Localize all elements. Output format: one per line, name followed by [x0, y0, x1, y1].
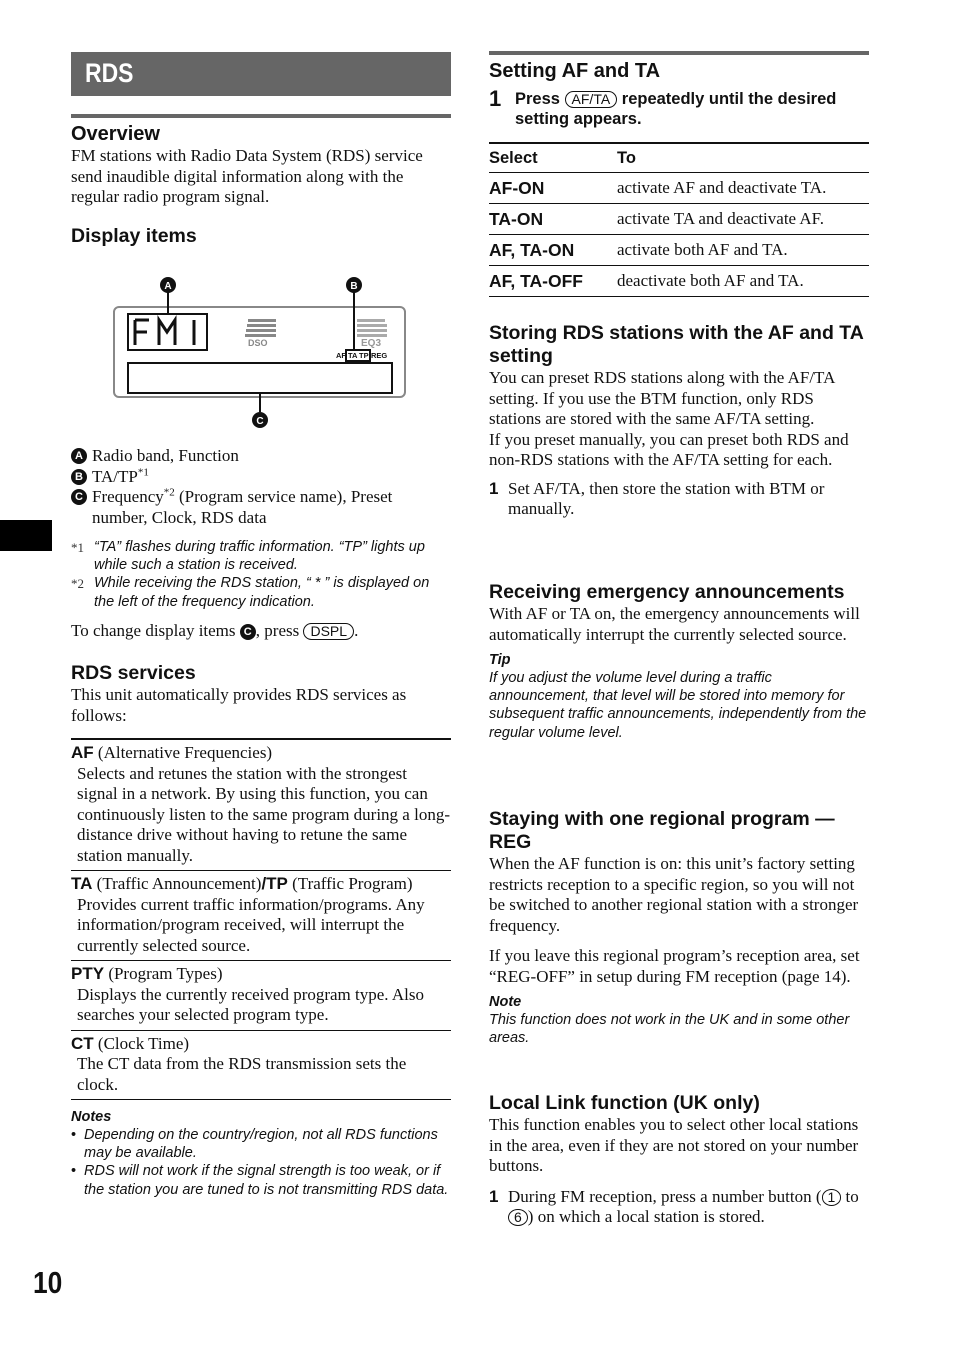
display-items-heading: Display items [71, 224, 197, 247]
fm1-segment-text [133, 315, 196, 345]
marker-a-icon: A [71, 448, 87, 464]
note-item: • RDS will not work if the signal streng… [71, 1163, 449, 1198]
section-thumb-tab [0, 520, 52, 551]
section-rule [71, 114, 451, 118]
note-body: This function does not work in the UK an… [489, 1012, 850, 1047]
notes-heading: Notes [71, 1109, 112, 1125]
footnote: *2 While receiving the RDS station, “ * … [71, 574, 451, 610]
regional-body-2: If you leave this regional program’s rec… [489, 946, 860, 986]
local-link-step-1: 1 During FM reception, press a number bu… [489, 1186, 859, 1226]
marker-c-icon: C [239, 623, 256, 640]
legend-item: A Radio band, Function [71, 446, 451, 467]
table-row: AF, TA-OFF deactivate both AF and TA. [489, 265, 869, 297]
page-number: 10 [33, 1265, 63, 1300]
legend-item: B TA/TP*1 [71, 465, 451, 488]
table-row: TA-ON activate TA and deactivate AF. [489, 203, 869, 235]
callout-c-label: C [256, 416, 263, 427]
af-ta-key: AF/TA [564, 91, 618, 108]
display-diagram: DSO EQ3 AF TA TP REG A B C [113, 277, 406, 428]
indicator-reg: REG [371, 351, 387, 360]
section-rule [489, 51, 869, 55]
table-header-row: Select To [489, 143, 869, 173]
regional-heading: Staying with one regional program — REG [489, 808, 835, 853]
storing-body-1: You can preset RDS stations along with t… [489, 368, 835, 428]
footnote: *1 “TA” flashes during traffic informati… [71, 538, 451, 574]
regional-section: Staying with one regional program — REG … [489, 808, 869, 1047]
notes-block: Notes • Depending on the country/region,… [71, 1108, 451, 1199]
indicator-af: AF [336, 351, 346, 360]
tip-body: If you adjust the volume level during a … [489, 670, 867, 741]
marker-c-icon: C [71, 489, 87, 505]
footnote-text: While receiving the RDS station, “ * ” i… [94, 575, 430, 610]
step-1: 1 Press AF/TA repeatedly until the desir… [489, 86, 837, 129]
legend-text: Radio band, Function [92, 446, 239, 465]
local-link-body: This function enables you to select othe… [489, 1115, 859, 1175]
legend-text: Frequency*2 (Program service name), Pres… [92, 486, 393, 527]
overview-heading: Overview [71, 123, 160, 145]
storing-section: Storing RDS stations with the AF and TA … [489, 322, 869, 520]
callout-b-label: B [350, 281, 357, 292]
emergency-section: Receiving emergency announcements With A… [489, 581, 869, 742]
eq-icon: EQ3 [357, 319, 387, 349]
storing-step-1: 1 Set AF/TA, then store the station with… [489, 478, 825, 519]
rds-services-section: RDS services This unit automatically pro… [71, 662, 451, 1199]
table-row: AF, TA-ON activate both AF and TA. [489, 234, 869, 266]
service-item-af: AF (Alternative Frequencies) Selects and… [71, 743, 450, 865]
display-legend: A Radio band, Function B TA/TP*1 C Frequ… [71, 446, 451, 641]
column-header-to: To [617, 143, 869, 173]
legend-item: C Frequency*2 (Program service name), Pr… [71, 487, 451, 528]
setting-af-ta-section: Setting AF and TA 1 Press AF/TA repeated… [489, 51, 869, 297]
number-key-1: 1 [821, 1188, 842, 1206]
indicator-row: AF TA TP REG [336, 351, 387, 360]
text-display-area [127, 362, 393, 394]
legend-text: TA/TP*1 [92, 465, 149, 486]
callout-a-label: A [164, 281, 171, 292]
footnote-mark: *2 [71, 576, 84, 592]
storing-heading: Storing RDS stations with the AF and TA … [489, 322, 864, 367]
storing-body-2: If you preset manually, you can preset b… [489, 429, 849, 470]
tip-heading: Tip [489, 652, 511, 668]
eq-label: EQ3 [361, 338, 381, 349]
footnote-mark: *1 [71, 540, 84, 555]
services-list: AF (Alternative Frequencies) Selects and… [71, 738, 451, 1100]
change-display-instruction: To change display items C, press DSPL. [71, 620, 359, 640]
footnote-text: “TA” flashes during traffic information.… [94, 539, 425, 574]
column-header-select: Select [489, 143, 617, 173]
local-link-section: Local Link function (UK only) This funct… [489, 1092, 874, 1228]
table-row: AF-ON activate AF and deactivate TA. [489, 172, 869, 204]
rds-services-intro: This unit automatically provides RDS ser… [71, 685, 407, 725]
af-ta-settings-table: Select To AF-ON activate AF and deactivat… [489, 142, 869, 297]
local-link-heading: Local Link function (UK only) [489, 1092, 760, 1114]
regional-body-1: When the AF function is on: this unit’s … [489, 854, 859, 935]
indicator-ta: TA [348, 351, 358, 360]
chapter-title: RDS [85, 58, 134, 88]
note-item: • Depending on the country/region, not a… [71, 1127, 438, 1162]
overview-section: Overview FM stations with Radio Data Sys… [71, 114, 451, 248]
emergency-heading: Receiving emergency announcements [489, 581, 845, 603]
service-item-ct: CT (Clock Time) The CT data from the RDS… [71, 1029, 451, 1100]
marker-b-icon: B [71, 468, 87, 485]
emergency-body: With AF or TA on, the emergency announce… [489, 604, 860, 644]
footnotes: *1 “TA” flashes during traffic informati… [71, 538, 451, 611]
dso-label: DSO [248, 338, 268, 348]
service-item-ta-tp: TA (Traffic Announcement)/TP (Traffic Pr… [71, 870, 451, 960]
note-heading: Note [489, 994, 522, 1010]
setting-af-ta-heading: Setting AF and TA [489, 60, 661, 82]
number-key-6: 6 [508, 1209, 528, 1226]
dspl-key: DSPL [303, 622, 355, 640]
overview-body: FM stations with Radio Data System (RDS)… [71, 146, 423, 206]
rds-services-heading: RDS services [71, 662, 196, 684]
chapter-title-bar: RDS [71, 52, 451, 96]
indicator-tp: TP [359, 351, 369, 360]
service-item-pty: PTY (Program Types) Displays the current… [71, 960, 451, 1030]
dso-icon: DSO [245, 319, 276, 348]
